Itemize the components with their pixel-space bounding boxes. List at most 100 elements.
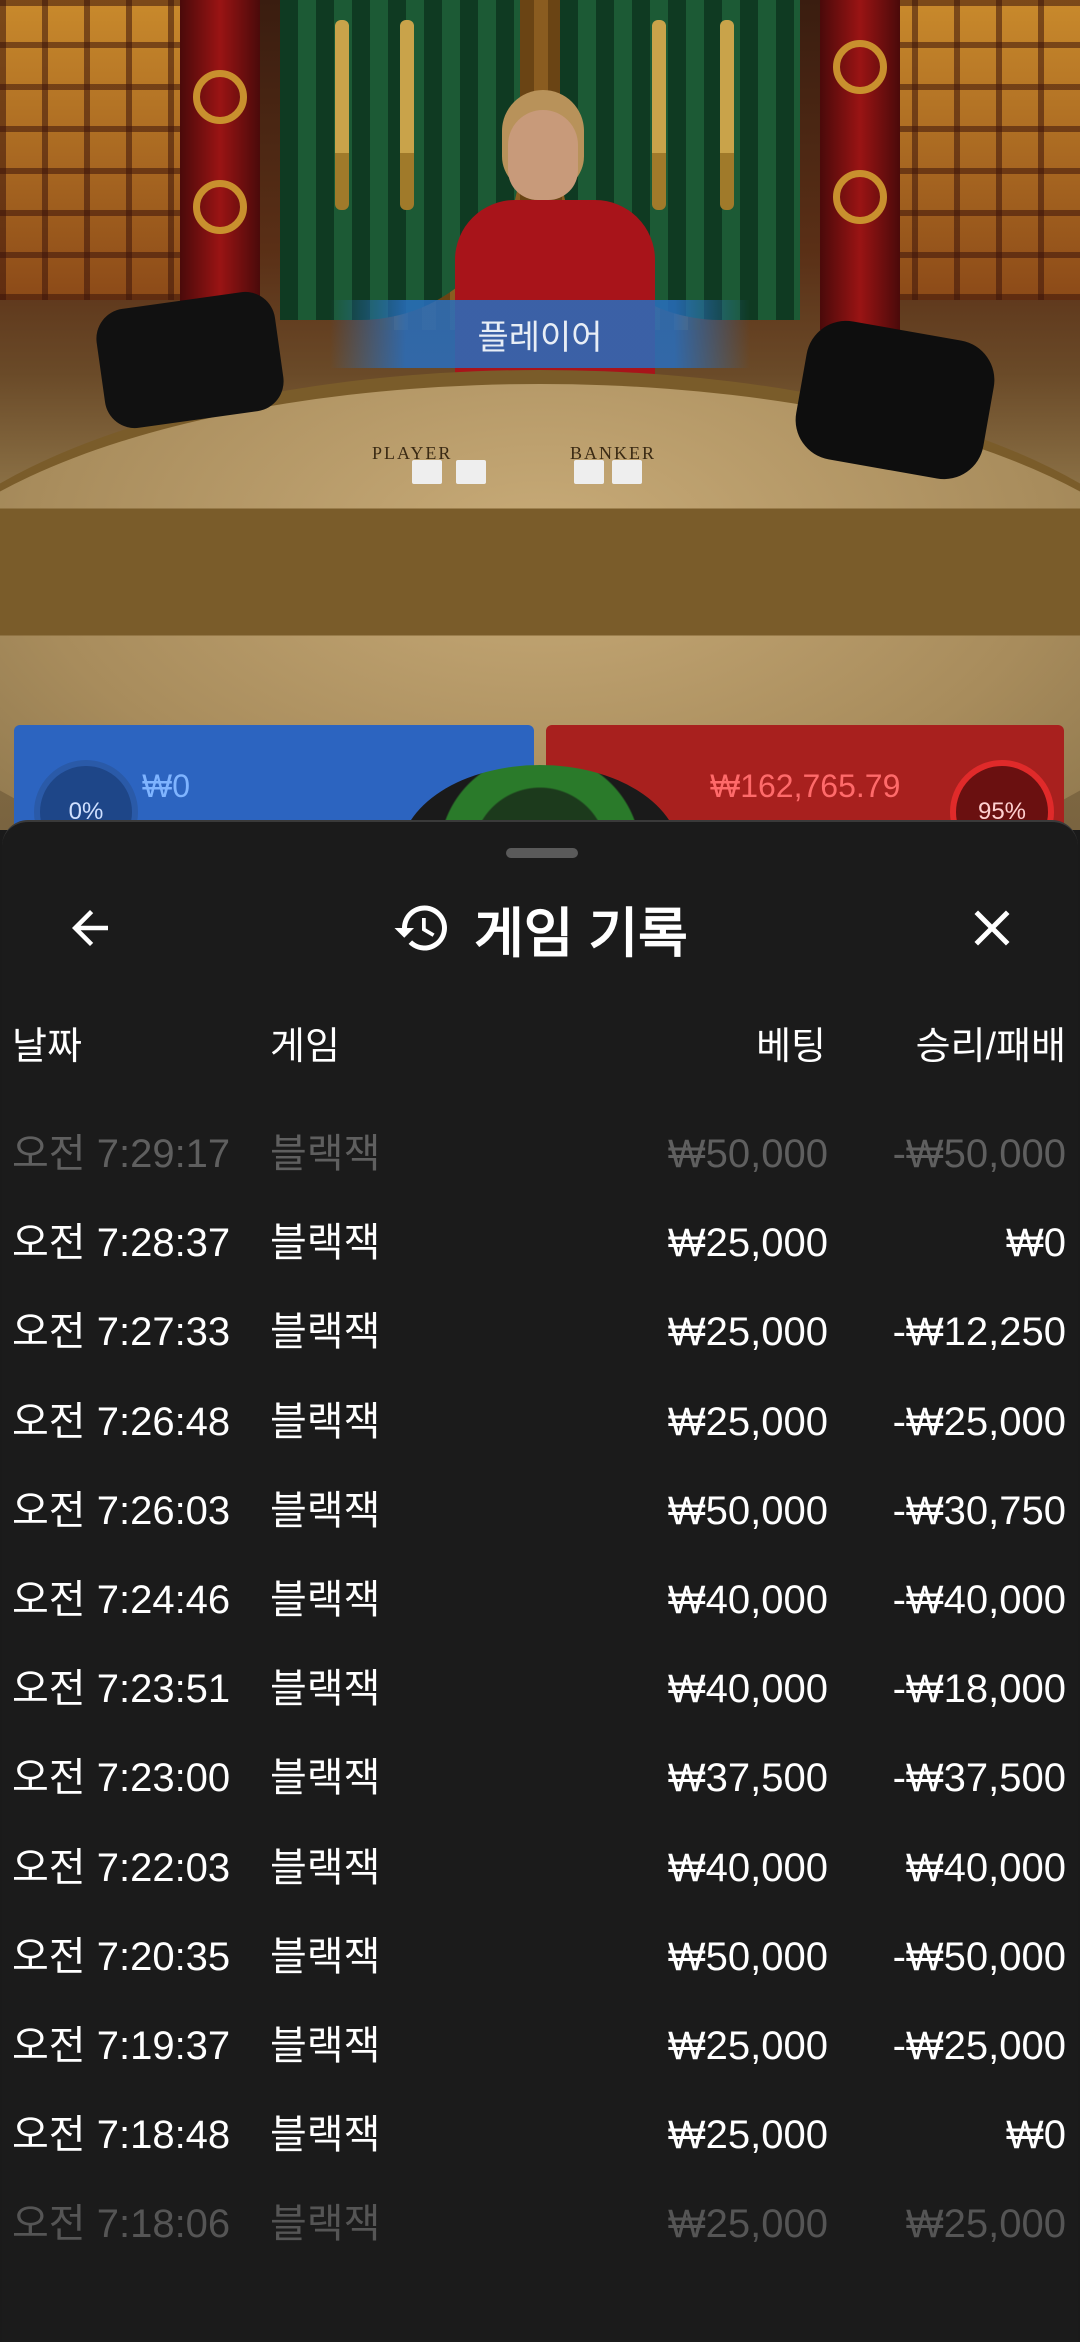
history-row[interactable]: 오전 7:19:37 블랙잭 ₩25,000 -₩25,000	[0, 2002, 1080, 2091]
row-result: ₩0	[1006, 1221, 1066, 1266]
row-time: 오전 7:28:37	[12, 1221, 231, 1266]
ornament	[833, 170, 887, 224]
history-row[interactable]: 오전 7:18:06 블랙잭 ₩25,000 ₩25,000	[0, 2180, 1080, 2269]
row-time: 오전 7:27:33	[12, 1310, 231, 1355]
history-row[interactable]: 오전 7:27:33 블랙잭 ₩25,000 -₩12,250	[0, 1288, 1080, 1377]
row-bet: ₩50,000	[667, 1934, 828, 1979]
row-bet: ₩40,000	[667, 1667, 828, 1712]
history-row[interactable]: 오전 7:29:17 블랙잭 ₩50,000 -₩50,000	[0, 1110, 1080, 1199]
close-button[interactable]	[952, 888, 1032, 968]
row-result: -₩30,750	[892, 1488, 1066, 1533]
column-header-bet[interactable]: 베팅	[756, 1015, 826, 1070]
row-time: 오전 7:20:35	[12, 1934, 231, 1979]
playing-card	[612, 460, 642, 484]
row-time: 오전 7:18:06	[12, 2202, 231, 2247]
live-video-feed: PLAYER BANKER 플레이어	[0, 0, 1080, 830]
row-bet: ₩50,000	[667, 1488, 828, 1533]
row-bet: ₩25,000	[667, 2113, 828, 2158]
row-bet: ₩25,000	[667, 2202, 828, 2247]
row-bet: ₩25,000	[667, 1221, 828, 1266]
history-row[interactable]: 오전 7:18:48 블랙잭 ₩25,000 ₩0	[0, 2091, 1080, 2180]
row-game: 블랙잭	[270, 1845, 381, 1890]
row-result: -₩40,000	[892, 1577, 1066, 1622]
row-game: 블랙잭	[270, 1488, 381, 1533]
row-result: ₩25,000	[905, 2202, 1066, 2247]
row-result: ₩0	[1006, 2113, 1066, 2158]
back-button[interactable]	[50, 888, 130, 968]
row-result: -₩50,000	[892, 1132, 1066, 1176]
row-game: 블랙잭	[270, 1667, 381, 1712]
row-bet: ₩25,000	[667, 2023, 828, 2068]
row-result: -₩37,500	[892, 1756, 1066, 1801]
row-game: 블랙잭	[270, 1577, 381, 1622]
row-bet: ₩25,000	[667, 1310, 828, 1355]
row-game: 블랙잭	[270, 2202, 381, 2247]
close-icon	[974, 910, 1010, 946]
row-time: 오전 7:23:00	[12, 1756, 231, 1801]
row-game: 블랙잭	[270, 1934, 381, 1979]
banker-bet-amount: ₩162,765.79	[710, 768, 901, 804]
history-row[interactable]: 오전 7:28:37 블랙잭 ₩25,000 ₩0	[0, 1199, 1080, 1288]
lattice-panel-left	[0, 0, 210, 300]
row-game: 블랙잭	[270, 1310, 381, 1355]
row-bet: ₩37,500	[667, 1756, 828, 1801]
sheet-header: 게임 기록	[2, 888, 1078, 968]
history-row[interactable]: 오전 7:22:03 블랙잭 ₩40,000 ₩40,000	[0, 1824, 1080, 1913]
row-time: 오전 7:24:46	[12, 1577, 231, 1622]
column-header-game[interactable]: 게임	[270, 1015, 340, 1070]
row-time: 오전 7:29:17	[12, 1132, 231, 1176]
history-row[interactable]: 오전 7:20:35 블랙잭 ₩50,000 -₩50,000	[0, 1913, 1080, 2002]
drag-handle[interactable]	[506, 848, 578, 858]
history-list[interactable]: 오전 7:29:17 블랙잭 ₩50,000 -₩50,000 오전 7:28:…	[0, 1110, 1080, 2269]
row-bet: ₩40,000	[667, 1577, 828, 1622]
row-result: -₩12,250	[892, 1310, 1066, 1355]
row-bet: ₩40,000	[667, 1845, 828, 1890]
history-icon	[394, 905, 448, 951]
column-header-date[interactable]: 날짜	[12, 1015, 82, 1070]
lattice-panel-right	[870, 0, 1080, 300]
arrow-left-icon	[72, 910, 108, 946]
column-header-result[interactable]: 승리/패배	[916, 1015, 1066, 1070]
ornament	[833, 40, 887, 94]
row-result: -₩18,000	[892, 1667, 1066, 1712]
row-result: -₩25,000	[892, 2023, 1066, 2068]
sheet-title: 게임 기록	[474, 903, 688, 964]
row-bet: ₩50,000	[667, 1132, 828, 1176]
history-row[interactable]: 오전 7:23:00 블랙잭 ₩37,500 -₩37,500	[0, 1734, 1080, 1823]
card-shoe-left	[92, 288, 288, 432]
history-row[interactable]: 오전 7:24:46 블랙잭 ₩40,000 -₩40,000	[0, 1556, 1080, 1645]
row-time: 오전 7:23:51	[12, 1667, 231, 1712]
row-time: 오전 7:26:48	[12, 1399, 231, 1444]
row-game: 블랙잭	[270, 1221, 381, 1266]
tassel	[652, 20, 666, 210]
row-game: 블랙잭	[270, 2023, 381, 2068]
row-time: 오전 7:26:03	[12, 1488, 231, 1533]
playing-card	[456, 460, 486, 484]
row-game: 블랙잭	[270, 2113, 381, 2158]
row-game: 블랙잭	[270, 1132, 381, 1176]
ornament	[193, 70, 247, 124]
tassel	[720, 20, 734, 210]
row-time: 오전 7:19:37	[12, 2023, 231, 2068]
tassel	[335, 20, 349, 210]
row-time: 오전 7:18:48	[12, 2113, 231, 2158]
dealer-head	[508, 110, 578, 200]
row-game: 블랙잭	[270, 1399, 381, 1444]
result-banner: 플레이어	[330, 300, 750, 368]
history-row[interactable]: 오전 7:26:03 블랙잭 ₩50,000 -₩30,750	[0, 1467, 1080, 1556]
pillar-left	[180, 0, 260, 330]
playing-card	[574, 460, 604, 484]
playing-card	[412, 460, 442, 484]
row-time: 오전 7:22:03	[12, 1845, 231, 1890]
row-bet: ₩25,000	[667, 1399, 828, 1444]
history-row[interactable]: 오전 7:23:51 블랙잭 ₩40,000 -₩18,000	[0, 1645, 1080, 1734]
tassel	[400, 20, 414, 210]
ornament	[193, 180, 247, 234]
row-result: -₩50,000	[892, 1934, 1066, 1979]
pillar-right	[820, 0, 900, 330]
row-result: -₩25,000	[892, 1399, 1066, 1444]
history-row[interactable]: 오전 7:26:48 블랙잭 ₩25,000 -₩25,000	[0, 1378, 1080, 1467]
row-game: 블랙잭	[270, 1756, 381, 1801]
row-result: ₩40,000	[905, 1845, 1066, 1890]
player-bet-amount: ₩0	[142, 768, 190, 804]
